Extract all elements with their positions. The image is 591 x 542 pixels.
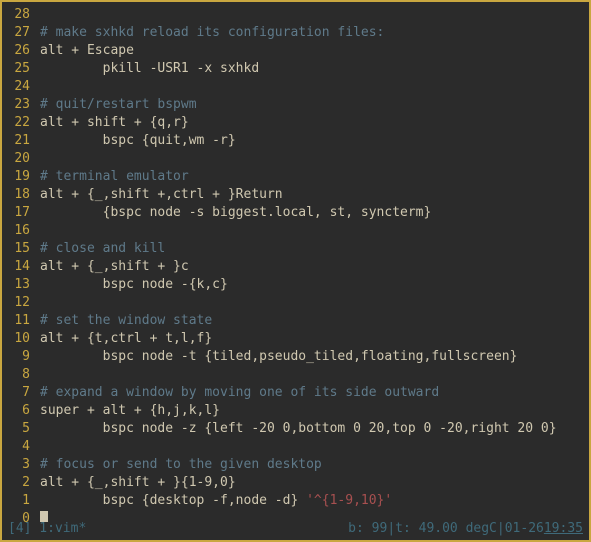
line-number: 2: [4, 474, 32, 492]
line-number: 28: [4, 6, 32, 24]
code-text[interactable]: alt + shift + {q,r}: [40, 114, 587, 132]
code-line[interactable]: 7 # expand a window by moving one of its …: [4, 384, 587, 402]
line-number: 5: [4, 420, 32, 438]
code-line[interactable]: 13 bspc node -{k,c}: [4, 276, 587, 294]
line-number: 12: [4, 294, 32, 312]
code-line[interactable]: 12: [4, 294, 587, 312]
code-line[interactable]: 6 super + alt + {h,j,k,l}: [4, 402, 587, 420]
line-number: 21: [4, 132, 32, 150]
line-number: 24: [4, 78, 32, 96]
line-number: 1: [4, 492, 32, 510]
line-number: 18: [4, 186, 32, 204]
code-text[interactable]: [40, 366, 587, 384]
code-line[interactable]: 18 alt + {_,shift +,ctrl + }Return: [4, 186, 587, 204]
code-text[interactable]: # set the window state: [40, 312, 587, 330]
code-text[interactable]: [40, 222, 587, 240]
code-text[interactable]: [40, 150, 587, 168]
code-text[interactable]: bspc {quit,wm -r}: [40, 132, 587, 150]
code-text[interactable]: alt + Escape: [40, 42, 587, 60]
code-line[interactable]: 24: [4, 78, 587, 96]
code-line[interactable]: 9 bspc node -t {tiled,pseudo_tiled,float…: [4, 348, 587, 366]
code-text[interactable]: alt + {_,shift +,ctrl + }Return: [40, 186, 587, 204]
code-line[interactable]: 1 bspc {desktop -f,node -d} '^{1-9,10}': [4, 492, 587, 510]
code-line[interactable]: 20: [4, 150, 587, 168]
line-number: 4: [4, 438, 32, 456]
line-number: 22: [4, 114, 32, 132]
code-text[interactable]: alt + {_,shift + }{1-9,0}: [40, 474, 587, 492]
code-line[interactable]: 2 alt + {_,shift + }{1-9,0}: [4, 474, 587, 492]
code-line[interactable]: 11 # set the window state: [4, 312, 587, 330]
line-number: 7: [4, 384, 32, 402]
status-sep: |: [387, 520, 395, 538]
line-number: 25: [4, 60, 32, 78]
line-number: 20: [4, 150, 32, 168]
status-date: 01-26: [505, 520, 544, 538]
code-text[interactable]: # terminal emulator: [40, 168, 587, 186]
code-text[interactable]: # quit/restart bspwm: [40, 96, 587, 114]
line-number: 14: [4, 258, 32, 276]
code-text[interactable]: [40, 78, 587, 96]
code-line[interactable]: 23 # quit/restart bspwm: [4, 96, 587, 114]
line-number: 3: [4, 456, 32, 474]
code-line[interactable]: 25 pkill -USR1 -x sxhkd: [4, 60, 587, 78]
code-text[interactable]: [40, 438, 587, 456]
tmux-statusbar: [4] 1:vim* b: 99 | t: 49.00 degC | 01-26…: [4, 520, 587, 538]
code-text[interactable]: [40, 294, 587, 312]
code-text[interactable]: bspc node -t {tiled,pseudo_tiled,floatin…: [40, 348, 587, 366]
code-text[interactable]: [40, 6, 587, 24]
code-text[interactable]: bspc node -z {left -20 0,bottom 0 20,top…: [40, 420, 587, 438]
line-number: 8: [4, 366, 32, 384]
line-number: 26: [4, 42, 32, 60]
code-text[interactable]: # make sxhkd reload its configuration fi…: [40, 24, 587, 42]
line-number: 17: [4, 204, 32, 222]
code-line[interactable]: 22 alt + shift + {q,r}: [4, 114, 587, 132]
status-time: 19:35: [544, 520, 583, 538]
code-text[interactable]: # close and kill: [40, 240, 587, 258]
code-line[interactable]: 28: [4, 6, 587, 24]
code-line[interactable]: 3 # focus or send to the given desktop: [4, 456, 587, 474]
code-text[interactable]: super + alt + {h,j,k,l}: [40, 402, 587, 420]
line-number: 9: [4, 348, 32, 366]
code-editor[interactable]: 2827# make sxhkd reload its configuratio…: [2, 2, 589, 522]
code-text[interactable]: pkill -USR1 -x sxhkd: [40, 60, 587, 78]
line-number: 15: [4, 240, 32, 258]
code-line[interactable]: 14 alt + {_,shift + }c: [4, 258, 587, 276]
code-line[interactable]: 16: [4, 222, 587, 240]
line-number: 27: [4, 24, 32, 42]
code-line[interactable]: 5 bspc node -z {left -20 0,bottom 0 20,t…: [4, 420, 587, 438]
code-text[interactable]: bspc node -{k,c}: [40, 276, 587, 294]
code-line[interactable]: 17 {bspc node -s biggest.local, st, sync…: [4, 204, 587, 222]
status-left: [4] 1:vim*: [8, 520, 86, 538]
line-number: 16: [4, 222, 32, 240]
code-text[interactable]: # focus or send to the given desktop: [40, 456, 587, 474]
status-battery: b: 99: [348, 520, 387, 538]
code-line[interactable]: 10 alt + {t,ctrl + t,l,f}: [4, 330, 587, 348]
code-text[interactable]: alt + {t,ctrl + t,l,f}: [40, 330, 587, 348]
status-temp: t: 49.00 degC: [395, 520, 497, 538]
code-line[interactable]: 27 # make sxhkd reload its configuration …: [4, 24, 587, 42]
line-number: 11: [4, 312, 32, 330]
line-number: 13: [4, 276, 32, 294]
code-line[interactable]: 15 # close and kill: [4, 240, 587, 258]
code-line[interactable]: 21 bspc {quit,wm -r}: [4, 132, 587, 150]
code-text[interactable]: # expand a window by moving one of its s…: [40, 384, 587, 402]
code-text[interactable]: bspc {desktop -f,node -d} '^{1-9,10}': [40, 492, 587, 510]
line-number: 23: [4, 96, 32, 114]
line-number: 10: [4, 330, 32, 348]
code-text[interactable]: {bspc node -s biggest.local, st, syncter…: [40, 204, 587, 222]
code-line[interactable]: 26 alt + Escape: [4, 42, 587, 60]
line-number: 6: [4, 402, 32, 420]
code-line[interactable]: 8: [4, 366, 587, 384]
code-line[interactable]: 4: [4, 438, 587, 456]
status-sep: |: [497, 520, 505, 538]
code-text[interactable]: alt + {_,shift + }c: [40, 258, 587, 276]
code-line[interactable]: 19 # terminal emulator: [4, 168, 587, 186]
line-number: 19: [4, 168, 32, 186]
